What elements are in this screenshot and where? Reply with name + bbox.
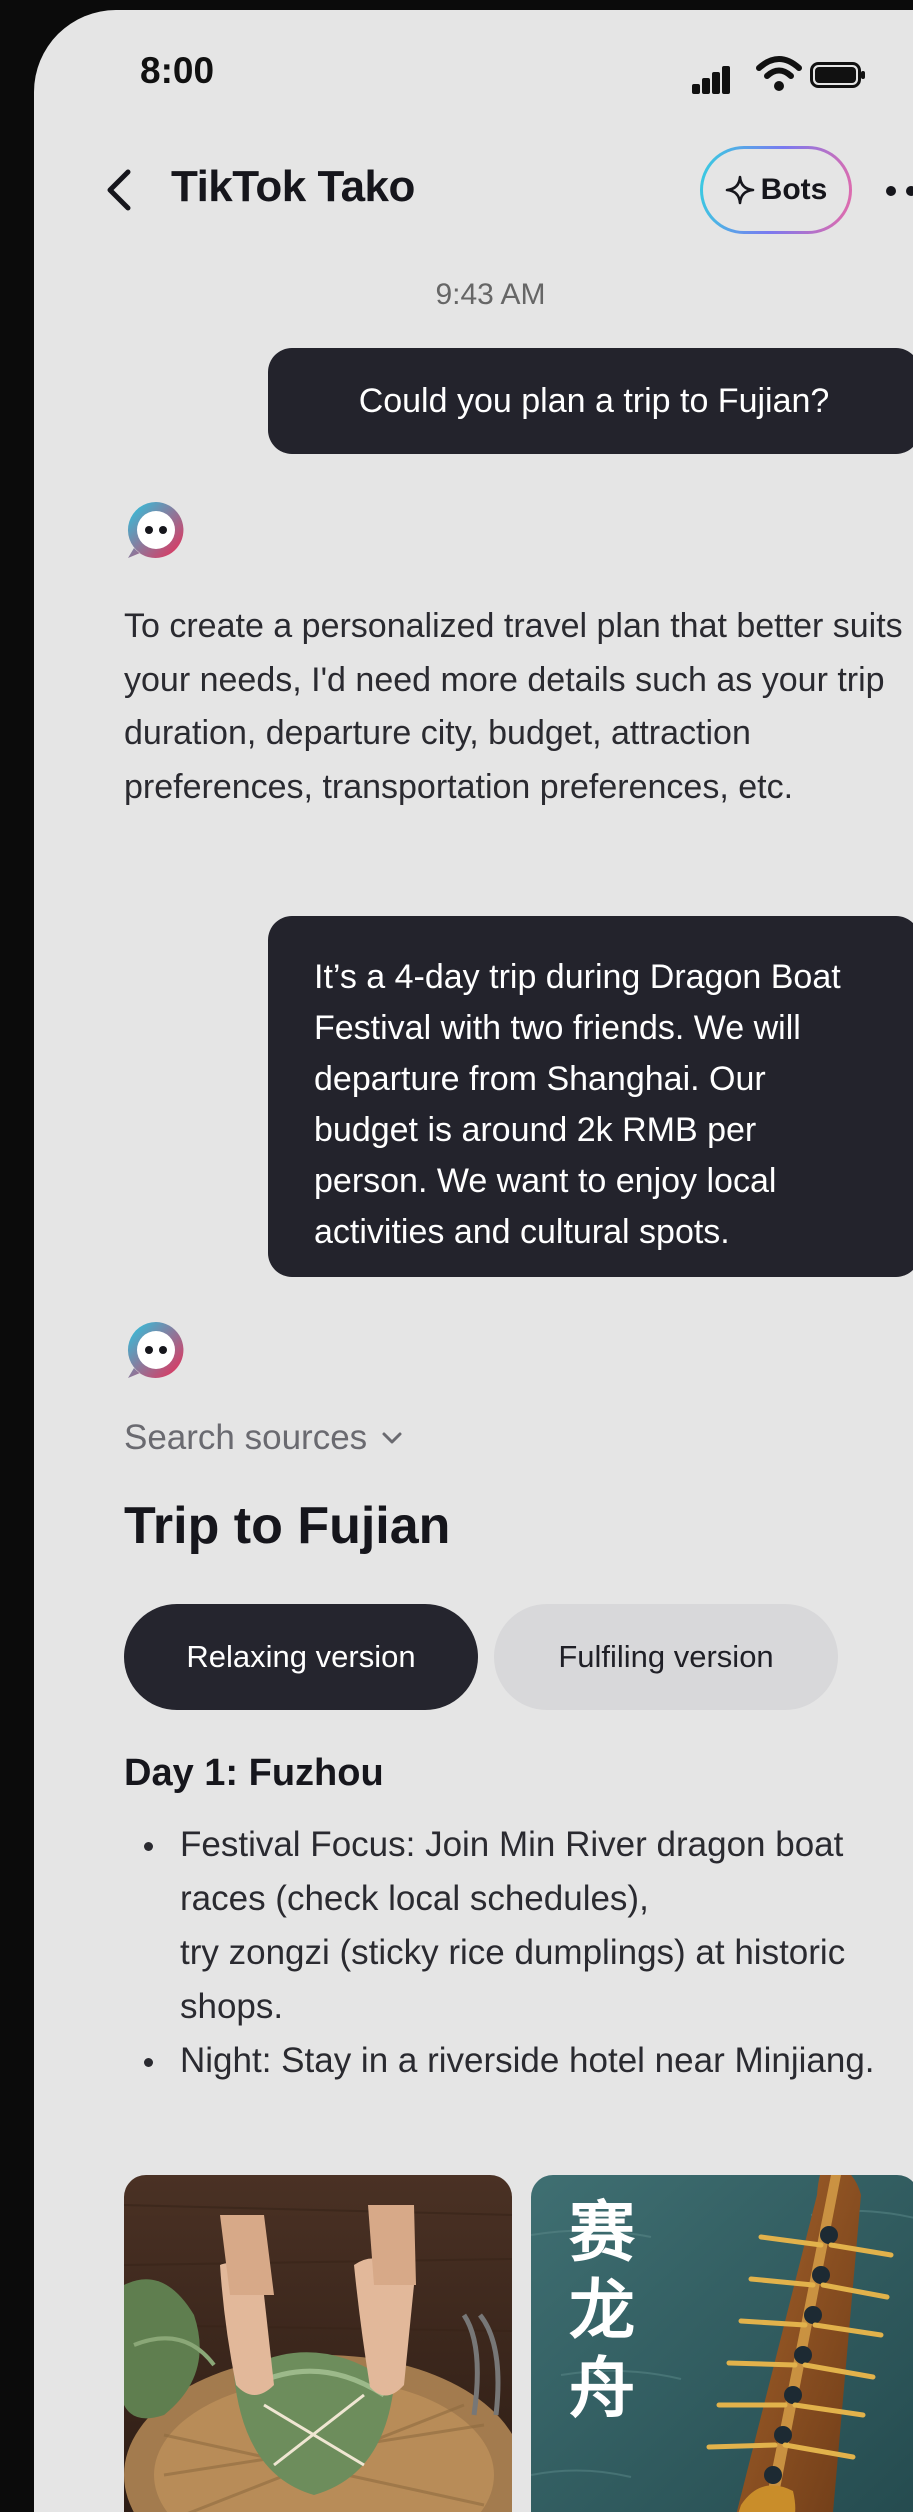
list-item: Night: Stay in a riverside hotel near Mi… xyxy=(124,2034,913,2088)
cellular-signal-icon xyxy=(692,66,730,94)
status-time: 8:00 xyxy=(140,50,215,91)
fulfiling-version-tab[interactable]: Fulfiling version xyxy=(494,1604,838,1710)
tako-avatar-icon xyxy=(127,501,184,558)
phone-screen: 8:00 TikTok Tako Bots 9:43 AM Could you … xyxy=(34,10,913,2512)
battery-icon xyxy=(810,62,865,88)
list-item-text: Night: Stay in a riverside hotel near Mi… xyxy=(180,2041,875,2080)
sparkle-icon xyxy=(725,175,754,205)
dragon-boat-photo[interactable]: 赛龙舟 xyxy=(531,2175,913,2512)
user-message-bubble: Could you plan a trip to Fujian? xyxy=(268,348,913,454)
list-item-text: try zongzi (sticky rice dumplings) at hi… xyxy=(180,1933,846,2026)
list-item-text: Festival Focus: Join Min River dragon bo… xyxy=(180,1825,844,1918)
relaxing-version-tab[interactable]: Relaxing version xyxy=(124,1604,478,1710)
back-arrow-icon[interactable] xyxy=(98,166,140,214)
search-sources-toggle[interactable]: Search sources xyxy=(124,1418,403,1458)
chat-title: TikTok Tako xyxy=(171,162,415,211)
bots-button[interactable]: Bots xyxy=(700,146,852,234)
bots-label: Bots xyxy=(760,173,828,206)
list-item: Festival Focus: Join Min River dragon bo… xyxy=(124,1818,913,2034)
message-timestamp: 9:43 AM xyxy=(435,278,546,311)
dragon-boat-caption: 赛龙舟 xyxy=(569,2193,635,2427)
plan-title: Trip to Fujian xyxy=(124,1497,451,1555)
tako-avatar-icon xyxy=(127,1322,184,1378)
search-sources-label: Search sources xyxy=(124,1418,368,1457)
user-message-bubble: It’s a 4-day trip during Dragon Boat Fes… xyxy=(268,916,913,1277)
chevron-down-icon xyxy=(382,1432,402,1444)
user-message-text: Could you plan a trip to Fujian? xyxy=(358,381,830,420)
day-itinerary-list: Festival Focus: Join Min River dragon bo… xyxy=(124,1818,913,2088)
bot-message-text: To create a personalized travel plan tha… xyxy=(124,607,903,806)
zongzi-photo[interactable] xyxy=(124,2175,512,2512)
user-message-text: It’s a 4-day trip during Dragon Boat Fes… xyxy=(314,958,841,1251)
more-options-icon[interactable] xyxy=(886,186,913,196)
day-heading: Day 1: Fuzhou xyxy=(124,1752,384,1794)
wifi-icon xyxy=(756,56,802,91)
